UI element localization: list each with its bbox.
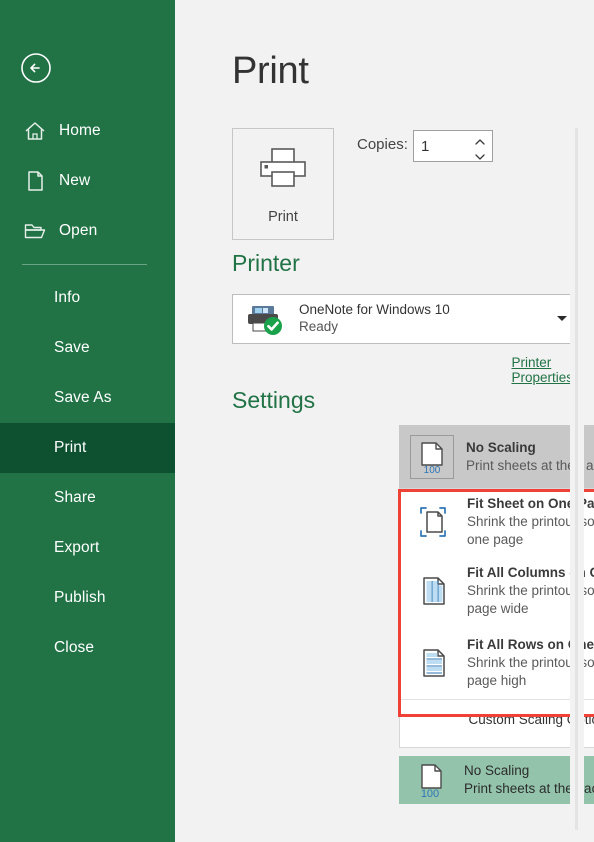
sidebar-item-label: Save [54,339,90,356]
page-title: Print [232,50,309,92]
printer-select[interactable]: OneNote for Windows 10 Ready [232,294,584,344]
scaling-option-fit-columns[interactable]: Fit All Columns on One Page Shrink the p… [400,555,594,627]
new-document-icon [22,168,48,194]
copies-input[interactable] [414,131,466,161]
sidebar-item-share[interactable]: Share [0,473,175,523]
sidebar-item-save-as[interactable]: Save As [0,373,175,423]
sidebar-item-label: Share [54,489,96,506]
sidebar-nav-list: Home New Open Info Save Save As Print Sh… [0,106,175,673]
scaling-option-fit-sheet[interactable]: Fit Sheet on One Page Shrink the printou… [400,489,594,555]
printer-section-heading: Printer [232,250,300,276]
sidebar-item-label: New [59,172,91,189]
sidebar-item-label: Save As [54,389,112,406]
home-icon [22,118,48,144]
print-button[interactable]: Print [232,128,334,240]
sidebar-item-export[interactable]: Export [0,523,175,573]
sidebar-item-print[interactable]: Print [0,423,175,473]
printer-properties-link[interactable]: Printer Properties [511,355,573,385]
scaling-select[interactable]: 100 No Scaling Print sheets at their act… [399,756,594,804]
sidebar-item-label: Home [59,122,101,139]
sidebar-item-open[interactable]: Open [0,206,175,256]
scaling-option-selected[interactable]: 100 No Scaling Print sheets at their act… [399,425,594,488]
sidebar-divider [22,264,147,265]
printer-device-icon [245,302,289,336]
print-pane: Print Print Copies: Printer [175,0,594,842]
scaling-option-fit-rows[interactable]: Fit All Rows on One Page Shrink the prin… [400,627,594,699]
sidebar-item-label: Info [54,289,81,306]
copies-stepper[interactable] [413,130,493,162]
sidebar-item-info[interactable]: Info [0,273,175,323]
printer-status: Ready [299,319,339,334]
printer-name: OneNote for Windows 10 [299,302,450,318]
sidebar-item-label: Export [54,539,100,556]
print-button-label: Print [268,208,298,225]
printer-info: OneNote for Windows 10 Ready [299,302,555,336]
printer-icon [255,144,311,197]
chevron-down-icon[interactable] [555,310,569,328]
sidebar-item-label: Open [59,222,98,239]
spinner-up-button[interactable] [473,134,487,145]
copies-spinner-group [470,131,490,161]
svg-text:100: 100 [421,788,439,798]
spinner-down-button[interactable] [473,149,487,160]
custom-scaling-options-item[interactable]: Custom Scaling Options... [400,699,594,738]
sidebar-item-home[interactable]: Home [0,106,175,156]
scrollbar-thumb[interactable] [575,128,578,830]
sidebar-item-close[interactable]: Close [0,623,175,673]
page-100-icon: 100 [410,758,454,802]
back-arrow-icon[interactable] [20,52,52,84]
settings-section-heading: Settings [232,387,316,413]
svg-text:100: 100 [424,465,441,474]
backstage-sidebar: Home New Open Info Save Save As Print Sh… [0,0,175,842]
copies-label: Copies: [357,136,408,153]
scaling-options-dropdown: Fit Sheet on One Page Shrink the printou… [399,488,594,748]
sidebar-item-label: Publish [54,589,106,606]
fit-rows-icon [411,641,455,685]
fit-columns-icon [411,569,455,613]
page-100-icon: 100 [410,434,454,479]
sidebar-item-new[interactable]: New [0,156,175,206]
fit-sheet-icon [411,500,455,544]
sidebar-item-save[interactable]: Save [0,323,175,373]
open-folder-icon [22,218,48,244]
sidebar-item-label: Close [54,639,95,656]
sidebar-item-publish[interactable]: Publish [0,573,175,623]
sidebar-item-label: Print [54,439,87,456]
